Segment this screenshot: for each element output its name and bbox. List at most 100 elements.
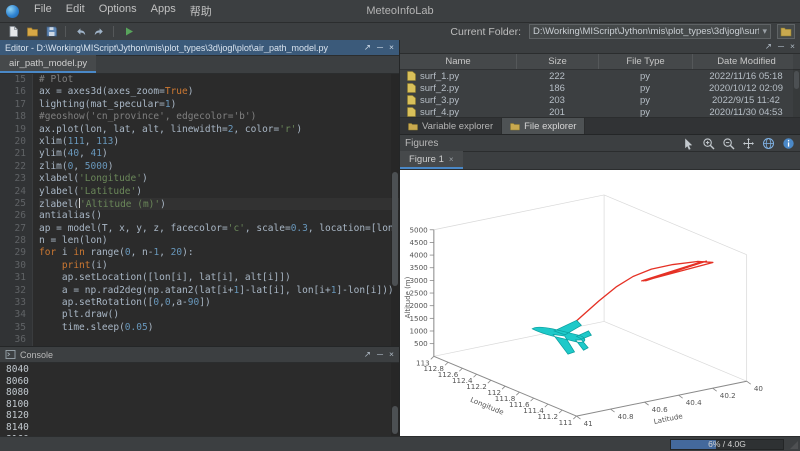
new-file-button[interactable] xyxy=(5,24,21,39)
tick-mark xyxy=(573,416,576,419)
figure-tab[interactable]: Figure 1 × xyxy=(400,151,463,169)
explorer-tab-file-explorer[interactable]: File explorer xyxy=(502,118,585,134)
scrollbar-thumb[interactable] xyxy=(794,71,799,89)
column-header[interactable]: Name xyxy=(400,54,516,69)
info-icon[interactable] xyxy=(782,137,795,150)
file-row[interactable]: surf_3.py 203 py 2022/9/15 11:42 xyxy=(400,94,800,106)
z-axis-title: Altitude (m) xyxy=(403,276,412,318)
menu-items: FileEditOptionsApps帮助 xyxy=(27,3,219,19)
run-script-button[interactable] xyxy=(120,24,136,39)
line-number: 20 xyxy=(0,136,26,148)
browse-folder-button[interactable] xyxy=(777,24,795,39)
python-file-icon xyxy=(407,107,416,117)
globe-icon[interactable] xyxy=(762,137,775,150)
column-header[interactable]: File Type xyxy=(598,54,692,69)
scrollbar-thumb[interactable] xyxy=(392,172,398,286)
menu-帮助[interactable]: 帮助 xyxy=(183,3,219,19)
menu-options[interactable]: Options xyxy=(92,3,144,19)
code-line[interactable]: #geoshow('cn_province', edgecolor='b') xyxy=(39,111,399,123)
menu-apps[interactable]: Apps xyxy=(144,3,183,19)
code-line[interactable]: ylabel('Latitude') xyxy=(39,186,399,198)
save-button[interactable] xyxy=(43,24,59,39)
editor-code[interactable]: # Plotax = axes3d(axes_zoom=True)lightin… xyxy=(33,74,399,346)
column-header[interactable]: Size xyxy=(516,54,598,69)
python-file-icon xyxy=(407,83,416,93)
editor-scrollbar[interactable] xyxy=(391,74,399,346)
explorer-tab-variable-explorer[interactable]: Variable explorer xyxy=(400,118,502,134)
code-line[interactable]: time.sleep(0.05) xyxy=(39,322,399,334)
line-number: 32 xyxy=(0,285,26,297)
current-folder-combobox[interactable]: D:\Working\MIScript\Jython\mis\plot_type… xyxy=(529,24,771,39)
file-row[interactable]: surf_2.py 186 py 2020/10/12 02:09 xyxy=(400,82,800,94)
tick-label: 40 xyxy=(754,384,764,393)
code-line[interactable]: zlim(0, 5000) xyxy=(39,161,399,173)
resize-grip-icon[interactable] xyxy=(790,441,798,449)
editor-tabbar: air_path_model.py xyxy=(0,56,399,74)
toolbar-separator xyxy=(65,26,66,37)
close-icon[interactable]: × xyxy=(449,155,454,164)
pan-icon[interactable] xyxy=(742,137,755,150)
zoom-out-icon[interactable] xyxy=(722,137,735,150)
code-line[interactable]: n = len(lon) xyxy=(39,235,399,247)
file-size: 186 xyxy=(516,83,598,94)
code-line[interactable]: a = np.rad2deg(np.atan2(lat[i+1]-lat[i],… xyxy=(39,285,399,297)
select-arrow-icon[interactable] xyxy=(682,137,695,150)
close-icon[interactable]: × xyxy=(389,43,394,52)
file-name: surf_4.py xyxy=(420,107,459,118)
code-line[interactable]: ylim(40, 41) xyxy=(39,148,399,160)
editor-tab[interactable]: air_path_model.py xyxy=(0,55,96,73)
code-line[interactable]: xlim(111, 113) xyxy=(39,136,399,148)
code-line[interactable]: print(i) xyxy=(39,260,399,272)
code-line[interactable]: antialias() xyxy=(39,210,399,222)
code-line[interactable]: ax = axes3d(axes_zoom=True) xyxy=(39,86,399,98)
console-icon xyxy=(5,349,16,360)
code-line[interactable]: for i in range(0, n-1, 20): xyxy=(39,247,399,259)
column-header[interactable]: Date Modified xyxy=(692,54,800,69)
code-line[interactable]: # Plot xyxy=(39,74,399,86)
tick-mark xyxy=(747,381,751,384)
menu-bar: FileEditOptionsApps帮助 MeteoInfoLab xyxy=(0,0,800,23)
file-name: surf_2.py xyxy=(420,83,459,94)
file-row[interactable]: surf_1.py 222 py 2022/11/16 05:18 xyxy=(400,70,800,82)
axis-line xyxy=(604,195,747,255)
code-line[interactable]: ap.setLocation([lon[i], lat[i], alt[i]]) xyxy=(39,272,399,284)
code-line[interactable]: ap = model(T, x, y, z, facecolor='c', sc… xyxy=(39,223,399,235)
file-table-scrollbar[interactable] xyxy=(793,54,800,117)
code-line[interactable]: plt.draw() xyxy=(39,309,399,321)
minimize-icon[interactable]: ─ xyxy=(377,350,383,359)
code-line[interactable]: lighting(mat_specular=1) xyxy=(39,99,399,111)
menu-edit[interactable]: Edit xyxy=(59,3,92,19)
close-icon[interactable]: × xyxy=(790,42,795,51)
undo-button[interactable] xyxy=(72,24,88,39)
code-line[interactable]: ax.plot(lon, lat, alt, linewidth=2, colo… xyxy=(39,124,399,136)
zoom-in-icon[interactable] xyxy=(702,137,715,150)
console-output[interactable]: 8040806080808100812081408160 xyxy=(0,363,399,437)
float-icon[interactable]: ↗ xyxy=(765,42,772,51)
close-icon[interactable]: × xyxy=(389,350,394,359)
scrollbar-thumb[interactable] xyxy=(392,406,398,434)
console-line: 8080 xyxy=(6,387,399,399)
file-modified: 2022/9/15 11:42 xyxy=(692,95,800,106)
file-table: NameSizeFile TypeDate Modified surf_1.py… xyxy=(400,54,800,117)
console-scrollbar[interactable] xyxy=(391,363,399,437)
file-type: py xyxy=(598,95,692,106)
figure-area[interactable]: 113112.8112.6112.4112.2112111.8111.6111.… xyxy=(400,170,800,437)
minimize-icon[interactable]: ─ xyxy=(778,42,784,51)
current-folder-value: D:\Working\MIScript\Jython\mis\plot_type… xyxy=(533,26,759,37)
code-line[interactable]: zlabel('Altitude (m)') xyxy=(39,198,399,210)
minimize-icon[interactable]: ─ xyxy=(377,43,383,52)
code-line[interactable]: ap.setRotation([0,0,a-90]) xyxy=(39,297,399,309)
line-number: 18 xyxy=(0,111,26,123)
menu-file[interactable]: File xyxy=(27,3,59,19)
file-row[interactable]: surf_4.py 201 py 2020/11/30 04:53 xyxy=(400,106,800,117)
tick-mark xyxy=(531,398,534,401)
open-file-button[interactable] xyxy=(24,24,40,39)
code-line[interactable]: xlabel('Longitude') xyxy=(39,173,399,185)
code-line[interactable] xyxy=(39,334,399,346)
float-icon[interactable]: ↗ xyxy=(364,43,371,52)
line-number: 31 xyxy=(0,272,26,284)
float-icon[interactable]: ↗ xyxy=(364,350,371,359)
redo-button[interactable] xyxy=(91,24,107,39)
memory-usage-text: 6% / 4.0G xyxy=(671,440,783,449)
memory-indicator[interactable]: 6% / 4.0G xyxy=(670,439,784,450)
